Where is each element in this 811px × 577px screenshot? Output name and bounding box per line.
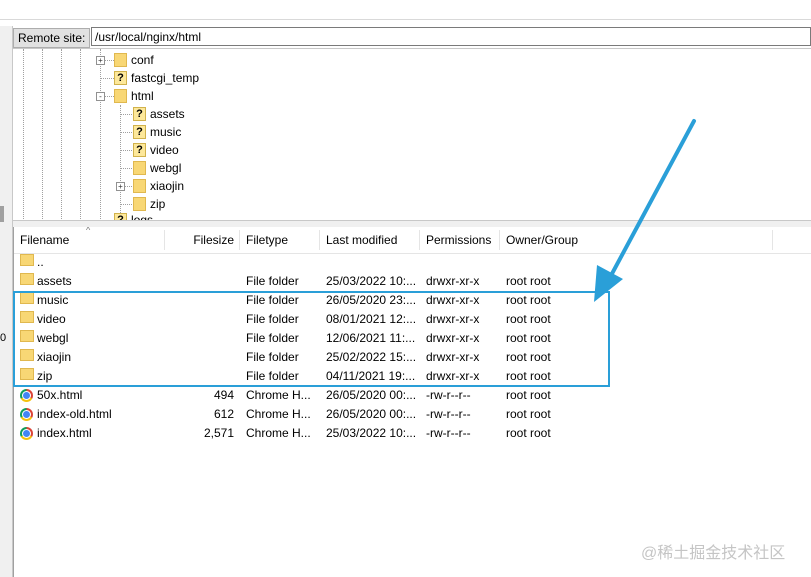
- annotation-arrow-shaft: [605, 119, 696, 285]
- watermark: @稀土掘金技术社区: [641, 545, 786, 562]
- annotation-arrow-head: [594, 265, 623, 302]
- annotation-arrow: [594, 119, 696, 302]
